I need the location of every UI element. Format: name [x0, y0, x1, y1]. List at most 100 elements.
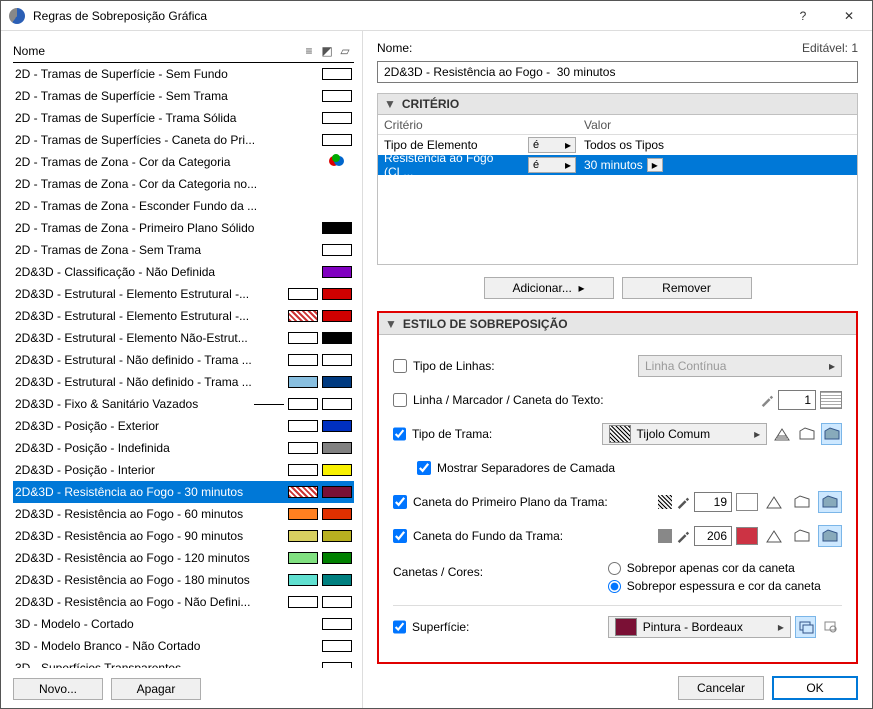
titlebar: Regras de Sobreposição Gráfica ? ✕ [1, 1, 872, 31]
surface-combo[interactable]: Pintura - Bordeaux▸ [608, 616, 791, 638]
new-button[interactable]: Novo... [13, 678, 103, 700]
rule-row[interactable]: 2D&3D - Resistência ao Fogo - Não Defini… [13, 591, 354, 613]
rule-label: 2D&3D - Estrutural - Elemento Não-Estrut… [13, 331, 284, 345]
rule-row[interactable]: 2D - Tramas de Superfície - Sem Trama [13, 85, 354, 107]
showsep-check[interactable] [417, 461, 431, 475]
rule-row[interactable]: 3D - Modelo Branco - Não Cortado [13, 635, 354, 657]
filltype-combo[interactable]: Tijolo Comum▸ [602, 423, 768, 445]
fg-opt1-icon[interactable] [762, 491, 786, 513]
delete-button[interactable]: Apagar [111, 678, 201, 700]
surf-opt2-icon[interactable] [820, 616, 842, 638]
fill-opt1-icon[interactable] [771, 423, 792, 445]
override-header[interactable]: ▼ ESTILO DE SOBREPOSIÇÃO [379, 313, 856, 335]
rule-row[interactable]: 2D&3D - Resistência ao Fogo - 60 minutos [13, 503, 354, 525]
cancel-button[interactable]: Cancelar [678, 676, 764, 700]
fgpen-input[interactable] [694, 492, 732, 512]
close-button[interactable]: ✕ [826, 1, 872, 31]
rule-row[interactable]: 2D - Tramas de Zona - Primeiro Plano Sól… [13, 217, 354, 239]
rule-row[interactable]: 2D&3D - Fixo & Sanitário Vazados [13, 393, 354, 415]
linepen-check[interactable] [393, 393, 407, 407]
bgpen-input[interactable] [694, 526, 732, 546]
add-criteria-button[interactable]: Adicionar... ▸ [484, 277, 614, 299]
bg-opt3-icon[interactable] [818, 525, 842, 547]
color-swatch [288, 398, 318, 410]
bgpen-swatch[interactable] [736, 527, 758, 545]
color-swatch [322, 442, 352, 454]
rule-row[interactable]: 3D - Modelo - Cortado [13, 613, 354, 635]
fill-opt2-icon[interactable] [796, 423, 817, 445]
color-swatch [322, 574, 352, 586]
color-swatch [322, 288, 352, 300]
criteria-box: Critério Valor Tipo de Elementoé▸Todos o… [377, 115, 858, 265]
collapse-icon: ▼ [385, 317, 397, 331]
rule-name-input[interactable] [377, 61, 858, 83]
rule-label: 2D&3D - Resistência ao Fogo - 120 minuto… [13, 551, 284, 565]
rule-row[interactable]: 2D&3D - Estrutural - Elemento Estrutural… [13, 283, 354, 305]
bg-opt1-icon[interactable] [762, 525, 786, 547]
rule-row[interactable]: 2D&3D - Posição - Exterior [13, 415, 354, 437]
bgpen-label: Caneta do Fundo da Trama: [413, 529, 633, 543]
rule-row[interactable]: 2D - Tramas de Zona - Esconder Fundo da … [13, 195, 354, 217]
radio-weight-color[interactable] [608, 580, 621, 593]
color-swatch [322, 376, 352, 388]
rule-row[interactable]: 2D - Tramas de Zona - Cor da Categoria n… [13, 173, 354, 195]
linepen-swatch[interactable] [820, 391, 842, 409]
linepen-label: Linha / Marcador / Caneta do Texto: [413, 393, 633, 407]
rule-row[interactable]: 2D&3D - Classificação - Não Definida [13, 261, 354, 283]
rule-label: 2D - Tramas de Zona - Cor da Categoria [13, 155, 322, 169]
fg-opt2-icon[interactable] [790, 491, 814, 513]
rule-row[interactable]: 2D&3D - Estrutural - Elemento Não-Estrut… [13, 327, 354, 349]
linetype-check[interactable] [393, 359, 407, 373]
rule-row[interactable]: 2D&3D - Estrutural - Não definido - Tram… [13, 349, 354, 371]
surface-label: Superfície: [412, 620, 608, 634]
criteria-header[interactable]: ▼ CRITÉRIO [377, 93, 858, 115]
rule-row[interactable]: 2D&3D - Resistência ao Fogo - 90 minutos [13, 525, 354, 547]
surf-opt1-icon[interactable] [795, 616, 817, 638]
fill-opt3-icon[interactable] [821, 423, 842, 445]
rule-row[interactable]: 2D - Tramas de Zona - Sem Trama [13, 239, 354, 261]
color-swatch [322, 310, 352, 322]
rule-row[interactable]: 2D - Tramas de Superfície - Sem Fundo [13, 63, 354, 85]
rule-row[interactable]: 2D - Tramas de Superfícies - Caneta do P… [13, 129, 354, 151]
rule-label: 2D&3D - Resistência ao Fogo - 180 minuto… [13, 573, 284, 587]
rule-row[interactable]: 2D&3D - Estrutural - Elemento Estrutural… [13, 305, 354, 327]
fg-opt3-icon[interactable] [818, 491, 842, 513]
radio-color-only[interactable] [608, 562, 621, 575]
fgpen-label: Caneta do Primeiro Plano da Trama: [413, 495, 633, 509]
color-swatch [288, 354, 318, 366]
surface-swatch-icon [615, 618, 637, 636]
color-swatch [322, 112, 352, 124]
ok-button[interactable]: OK [772, 676, 858, 700]
criteria-row[interactable]: Resistência ao Fogo (CL...é▸30 minutos▸ [378, 155, 857, 175]
rule-row[interactable]: 2D - Tramas de Zona - Cor da Categoria [13, 151, 354, 173]
rule-row[interactable]: 2D&3D - Posição - Interior [13, 459, 354, 481]
color-swatch [322, 464, 352, 476]
help-button[interactable]: ? [780, 1, 826, 31]
rule-row[interactable]: 2D&3D - Posição - Indefinida [13, 437, 354, 459]
color-swatch [322, 332, 352, 344]
color-swatch [322, 222, 352, 234]
color-swatch [322, 90, 352, 102]
bgpen-check[interactable] [393, 529, 407, 543]
rule-row[interactable]: 2D&3D - Resistência ao Fogo - 180 minuto… [13, 569, 354, 591]
rules-list[interactable]: 2D - Tramas de Superfície - Sem Fundo2D … [13, 63, 354, 668]
filltype-check[interactable] [393, 427, 406, 441]
pens-colors-label: Canetas / Cores: [393, 557, 608, 579]
remove-criteria-button[interactable]: Remover [622, 277, 752, 299]
rule-row[interactable]: 2D&3D - Resistência ao Fogo - 120 minuto… [13, 547, 354, 569]
rule-label: 2D&3D - Posição - Exterior [13, 419, 284, 433]
surface-check[interactable] [393, 620, 406, 634]
rule-row[interactable]: 2D&3D - Resistência ao Fogo - 30 minutos [13, 481, 354, 503]
name-label: Nome: [377, 41, 802, 55]
rule-row[interactable]: 2D - Tramas de Superfície - Trama Sólida [13, 107, 354, 129]
linetype-combo[interactable]: Linha Contínua▸ [638, 355, 842, 377]
color-swatch [288, 596, 318, 608]
col-valor: Valor [578, 118, 857, 132]
color-swatch [322, 398, 352, 410]
fgpen-swatch[interactable] [736, 493, 758, 511]
rule-row[interactable]: 2D&3D - Estrutural - Não definido - Tram… [13, 371, 354, 393]
fgpen-check[interactable] [393, 495, 407, 509]
linepen-input[interactable] [778, 390, 816, 410]
bg-opt2-icon[interactable] [790, 525, 814, 547]
rule-row[interactable]: 3D - Superfícies Transparentes [13, 657, 354, 668]
